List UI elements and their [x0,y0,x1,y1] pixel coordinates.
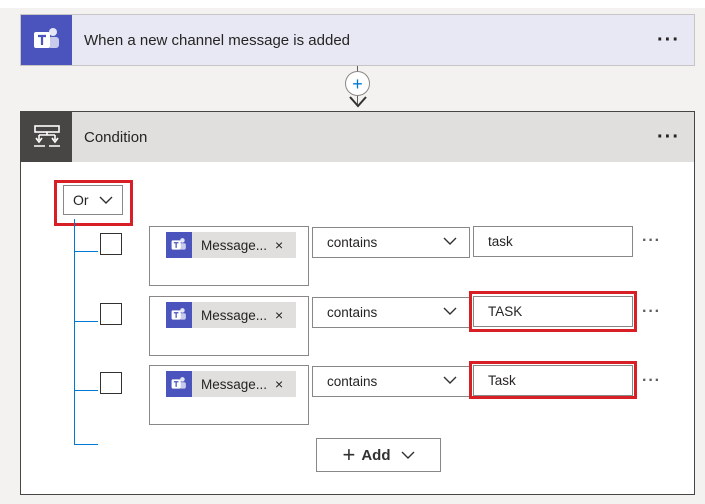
group-operator-value: Or [73,192,89,208]
teams-icon [166,302,192,328]
remove-token-button[interactable]: × [275,307,283,323]
value-highlight-box [469,361,637,399]
chevron-down-icon [99,196,113,204]
row-more-button[interactable]: ··· [642,372,661,390]
chevron-down-icon [443,376,457,384]
row-checkbox[interactable] [100,372,122,394]
operator-dropdown[interactable]: contains [312,297,470,328]
condition-left-operand[interactable]: Message... × [149,226,309,286]
operator-dropdown[interactable]: contains [312,227,470,258]
token-label: Message... [201,307,268,323]
trigger-more-menu-button[interactable]: ··· [657,30,680,50]
trigger-title: When a new channel message is added [84,31,351,49]
add-button-label: Add [361,446,391,464]
condition-icon [21,112,72,162]
tree-branch [74,444,98,445]
dynamic-content-token[interactable]: Message... × [166,371,296,397]
chevron-down-icon [443,307,457,315]
group-operator-dropdown[interactable]: Or [63,185,123,215]
tree-line [74,219,75,444]
chevron-down-icon [401,451,415,459]
operator-value: contains [327,374,378,389]
condition-header[interactable]: Condition ··· [21,112,694,162]
dynamic-content-token[interactable]: Message... × [166,232,296,258]
teams-icon [166,232,192,258]
condition-value-input[interactable]: task [473,226,633,257]
tree-branch [74,251,98,252]
operator-dropdown[interactable]: contains [312,366,470,397]
row-more-button[interactable]: ··· [642,303,661,321]
condition-left-operand[interactable]: Message... × [149,296,309,356]
operator-value: contains [327,235,378,250]
plus-icon: + [342,442,356,467]
trigger-card[interactable]: When a new channel message is added ··· [20,14,695,66]
teams-icon [166,371,192,397]
row-checkbox[interactable] [100,303,122,325]
dynamic-content-token[interactable]: Message... × [166,302,296,328]
chevron-down-icon [443,237,457,245]
condition-title: Condition [84,128,148,146]
teams-icon [21,15,72,65]
arrow-down-icon [349,96,367,108]
token-label: Message... [201,237,268,253]
value-highlight-box [469,291,637,332]
operator-value: contains [327,305,378,320]
condition-card: Condition ··· Or Message... × contains t… [20,111,695,495]
condition-more-menu-button[interactable]: ··· [657,127,680,147]
remove-token-button[interactable]: × [275,376,283,392]
insert-step-button[interactable]: + [345,71,370,96]
tree-branch [74,321,98,322]
tree-branch [74,390,98,391]
remove-token-button[interactable]: × [275,237,283,253]
condition-left-operand[interactable]: Message... × [149,365,309,425]
row-more-button[interactable]: ··· [642,232,661,250]
plus-icon: + [352,73,363,94]
row-checkbox[interactable] [100,233,122,255]
add-button[interactable]: + Add [316,438,441,472]
token-label: Message... [201,376,268,392]
